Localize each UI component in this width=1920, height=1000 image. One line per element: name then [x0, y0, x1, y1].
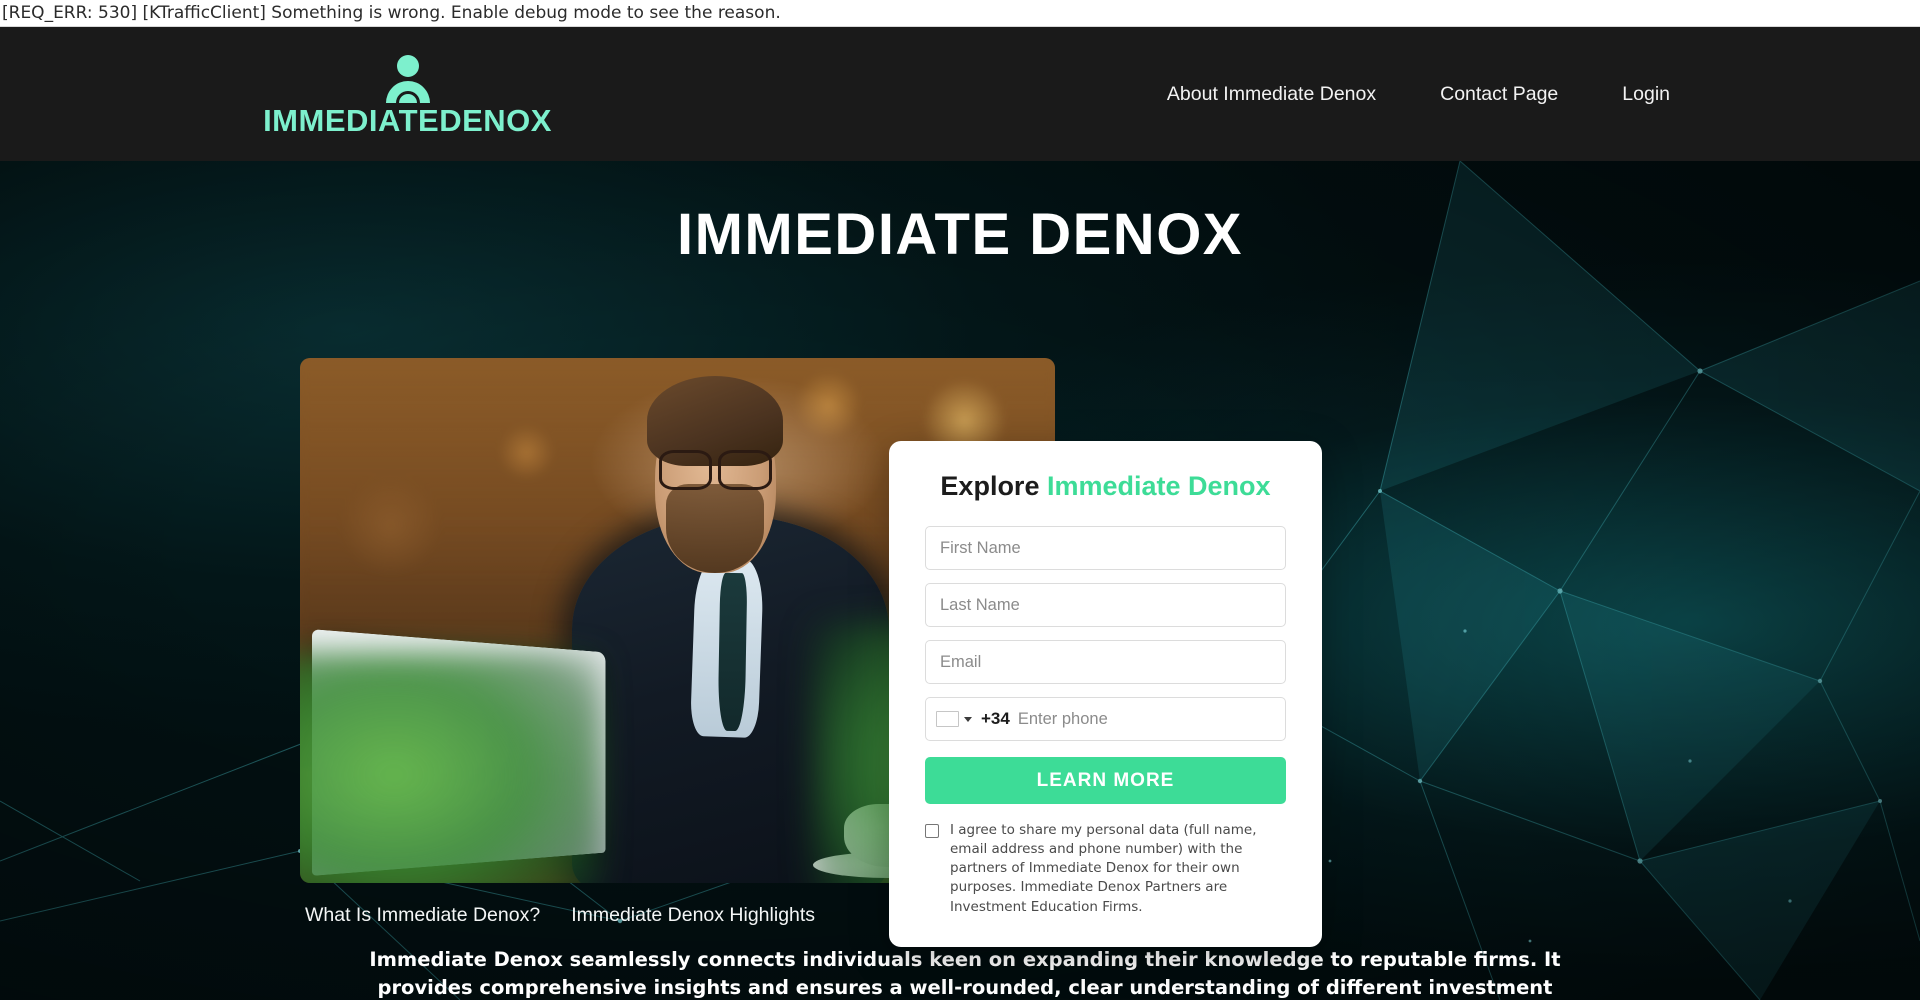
first-name-input[interactable]	[925, 526, 1286, 570]
main-navigation: About Immediate Denox Contact Page Login	[1167, 83, 1670, 106]
phone-input[interactable]	[1017, 709, 1275, 729]
nav-item-about[interactable]: About Immediate Denox	[1167, 83, 1376, 106]
person-icon	[381, 53, 435, 103]
form-title-accent: Immediate Denox	[1046, 471, 1271, 501]
chevron-down-icon[interactable]	[964, 716, 972, 722]
logo-text: IMMEDIATEDENOX	[263, 102, 552, 138]
dial-code-label: +34	[981, 709, 1010, 728]
consent-row: I agree to share my personal data (full …	[925, 821, 1286, 917]
error-banner: [REQ_ERR: 530] [KTrafficClient] Somethin…	[0, 0, 1920, 27]
email-input[interactable]	[925, 640, 1286, 684]
nav-item-login[interactable]: Login	[1622, 83, 1670, 106]
consent-checkbox[interactable]	[925, 824, 939, 838]
foreground-foliage-left	[300, 652, 602, 883]
phone-field-group: +34	[925, 697, 1286, 741]
page-title: IMMEDIATE DENOX	[677, 202, 1243, 267]
site-logo[interactable]: IMMEDIATEDENOX	[263, 53, 551, 136]
signup-form-card: Explore Immediate Denox +34 LEARN MORE I…	[889, 441, 1322, 947]
consent-text: I agree to share my personal data (full …	[950, 822, 1257, 915]
tab-what-is-immediate-denox[interactable]: What Is Immediate Denox?	[305, 904, 540, 927]
form-title: Explore Immediate Denox	[925, 471, 1286, 502]
country-flag-icon[interactable]	[936, 711, 959, 727]
last-name-input[interactable]	[925, 583, 1286, 627]
hero-section: IMMEDIATE DENOX What Is Immediate Denox?…	[0, 161, 1920, 1000]
tab-immediate-denox-highlights[interactable]: Immediate Denox Highlights	[571, 904, 815, 927]
person-glasses	[658, 449, 773, 491]
nav-item-contact[interactable]: Contact Page	[1440, 83, 1558, 106]
site-header: IMMEDIATEDENOX About Immediate Denox Con…	[0, 27, 1920, 161]
learn-more-button[interactable]: LEARN MORE	[925, 757, 1286, 804]
content-tabs: What Is Immediate Denox? Immediate Denox…	[305, 904, 815, 927]
hero-description: Immediate Denox seamlessly connects indi…	[369, 948, 1561, 1000]
form-title-prefix: Explore	[940, 471, 1040, 501]
person-tie	[717, 573, 748, 731]
person-beard	[666, 484, 765, 574]
